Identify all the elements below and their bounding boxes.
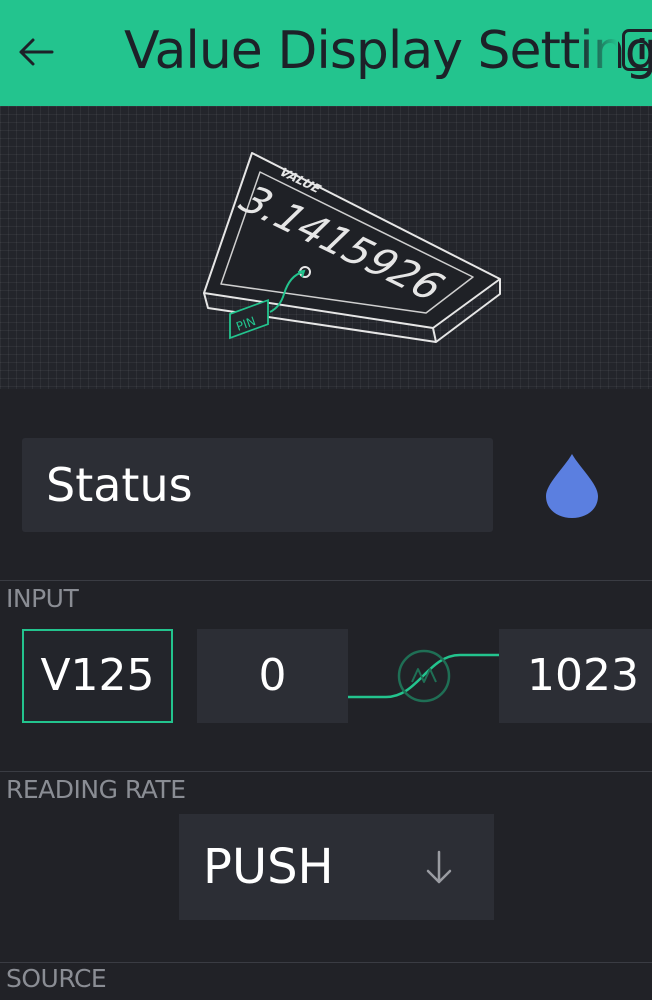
pin-select[interactable]: V125 <box>22 629 173 723</box>
title-fade <box>578 10 618 96</box>
reading-rate-value: PUSH <box>203 839 334 895</box>
info-button[interactable]: i <box>622 29 652 71</box>
max-value-input[interactable]: 1023 <box>499 629 652 723</box>
widget-illustration: VALUE 3.1415926 PIN <box>203 152 501 343</box>
back-button[interactable] <box>14 28 58 76</box>
widget-preview: VALUE 3.1415926 PIN <box>0 106 652 389</box>
app-bar: Value Display Settings i <box>0 0 652 106</box>
reading-rate-label: READING RATE <box>6 775 186 804</box>
color-picker-button[interactable] <box>544 452 600 520</box>
divider-input <box>0 580 652 581</box>
arrow-left-icon <box>19 38 54 66</box>
divider-source <box>0 962 652 963</box>
input-section-label: INPUT <box>6 584 79 613</box>
page-title: Value Display Settings <box>124 21 652 81</box>
reading-rate-select[interactable]: PUSH <box>179 814 494 920</box>
min-value-input[interactable]: 0 <box>197 629 348 723</box>
source-section-label: SOURCE <box>6 964 107 993</box>
range-mapping[interactable] <box>348 629 499 723</box>
widget-label-input[interactable]: Status <box>22 438 493 532</box>
drop-icon <box>546 454 598 518</box>
divider-reading-rate <box>0 771 652 772</box>
arrow-down-icon <box>426 850 452 884</box>
